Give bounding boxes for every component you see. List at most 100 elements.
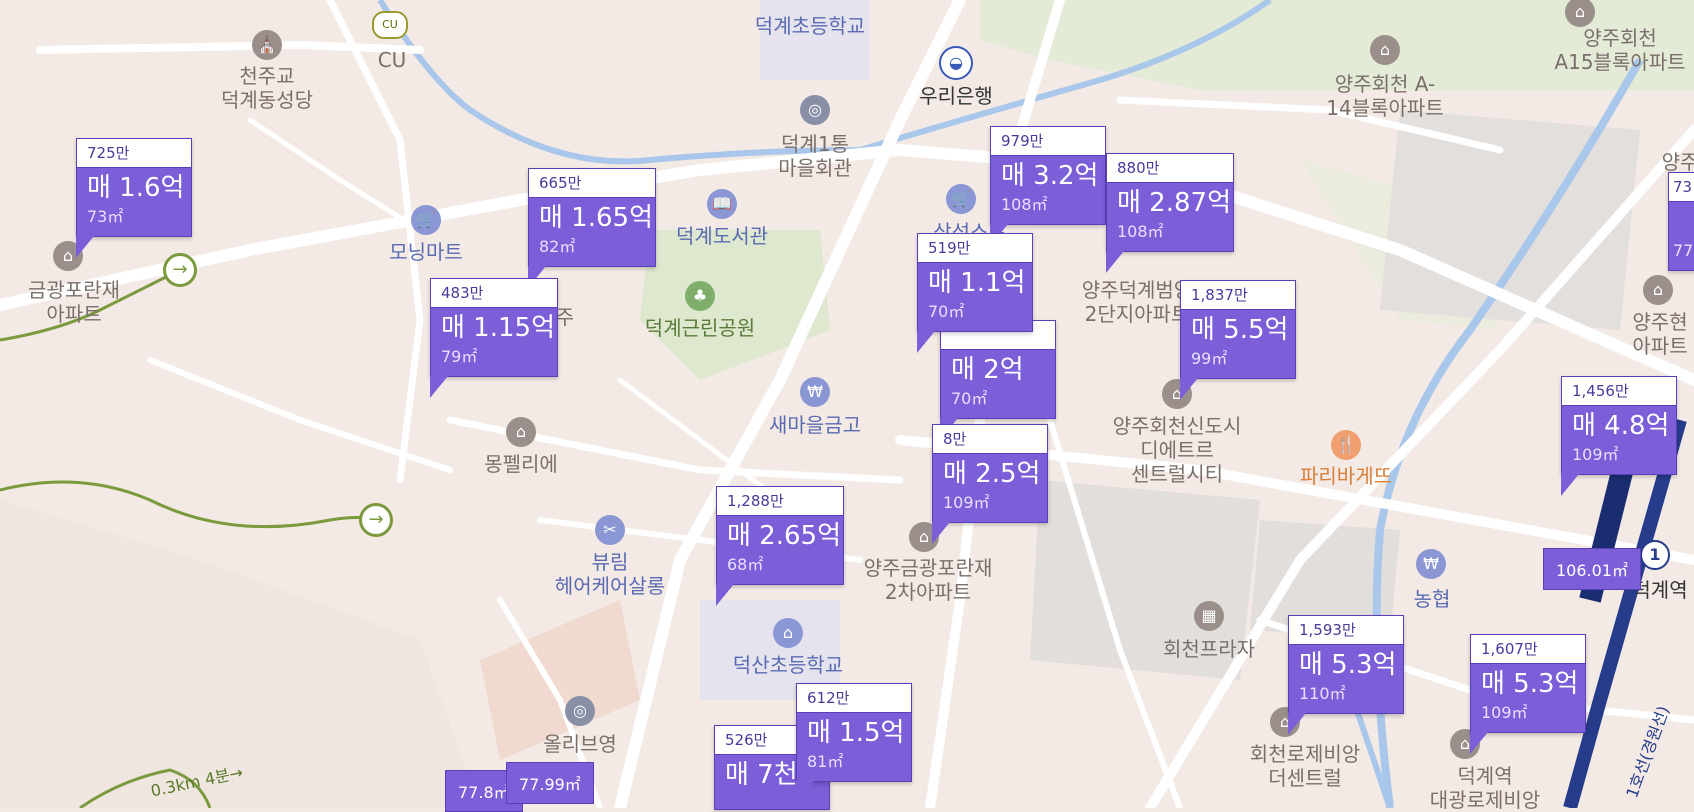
listing-price-per-area: 1,593만: [1289, 616, 1403, 645]
bank-icon[interactable]: ◒: [939, 46, 973, 80]
apartment-icon-a14[interactable]: ⌂: [1370, 35, 1400, 65]
listing-marker[interactable]: 979만 매 3.2억 108㎡: [990, 126, 1106, 246]
church-icon[interactable]: ⛪: [252, 30, 282, 60]
listing-price: [1669, 202, 1694, 238]
library-icon[interactable]: 📖: [707, 189, 737, 219]
listing-price-per-area: 8만: [933, 425, 1047, 454]
apt-hyeon-label[interactable]: 양주현 아파트: [1632, 310, 1687, 358]
deokgye-elementary-label[interactable]: 덕계초등학교: [755, 14, 865, 38]
nonghyup-label[interactable]: 농협: [1414, 587, 1451, 611]
olive-young-icon[interactable]: ◎: [565, 696, 595, 726]
building-icon[interactable]: ▦: [1194, 601, 1224, 631]
listing-marker[interactable]: 매 2억 70㎡: [940, 320, 1056, 440]
listing-area: 79㎡: [441, 347, 478, 366]
apt-deokgye-2-label[interactable]: 양주덕계범양 2단지아파트: [1082, 278, 1192, 326]
cu-label[interactable]: CU: [378, 48, 407, 72]
listing-area: 109㎡: [943, 493, 990, 512]
deoksan-elementary-label[interactable]: 덕산초등학교: [733, 653, 843, 677]
mongpelie-label[interactable]: 몽펠리에: [484, 452, 558, 476]
listing-area: 109㎡: [1481, 703, 1528, 722]
listing-area: 110㎡: [1299, 684, 1346, 703]
listing-area: 70㎡: [928, 302, 965, 321]
listing-price: 매 3.2억: [1001, 161, 1099, 191]
mini-listing-marker[interactable]: 106.01㎡: [1543, 548, 1641, 590]
trail-arrow-icon-1[interactable]: →: [163, 253, 197, 287]
listing-area: 108㎡: [1001, 195, 1048, 214]
listing-area: 108㎡: [1117, 222, 1164, 241]
saemaeul-bank-icon[interactable]: ₩: [800, 377, 830, 407]
burim-salon-label[interactable]: 뷰림 헤어케어살롱: [555, 550, 665, 598]
church-label[interactable]: 천주교 덕계동성당: [221, 64, 313, 112]
mart-icon[interactable]: 🛒: [411, 205, 441, 235]
line1-station-badge[interactable]: 1: [1640, 540, 1670, 570]
listing-price-per-area: 1,837만: [1181, 281, 1295, 310]
mini-listing-marker[interactable]: 77.99㎡: [506, 762, 594, 804]
apt-central-label[interactable]: 양주회천신도시 디에트르 센트럴시티: [1113, 414, 1242, 486]
listing-price: 매 1.65억: [539, 203, 653, 233]
listing-price: 매 2.5억: [943, 459, 1041, 489]
olive-young-label[interactable]: 올리브영: [543, 732, 617, 756]
saemaeul-label[interactable]: 새마을금고: [769, 413, 861, 437]
apt-a15-label[interactable]: 양주회천 A15블록아파트: [1554, 26, 1685, 74]
listing-price: 매 1.15억: [441, 313, 555, 343]
library-label[interactable]: 덕계도서관: [676, 224, 768, 248]
bakery-icon[interactable]: 🍴: [1331, 430, 1361, 460]
apt-rosebiang-label[interactable]: 회천로제비앙 더센트럴: [1250, 742, 1360, 790]
listing-area: 82㎡: [539, 237, 576, 256]
listing-marker[interactable]: 1,607만 매 5.3억 109㎡: [1470, 634, 1586, 754]
apt-geumgwang-2-label[interactable]: 양주금광포란재 2차아파트: [864, 556, 993, 604]
community-center-icon[interactable]: ◎: [800, 95, 830, 125]
listing-price-per-area: 1,288만: [717, 487, 843, 516]
apt-top-right-label[interactable]: 양주: [1662, 150, 1694, 174]
listing-price: 매 2.65억: [727, 521, 841, 551]
listing-price-per-area: 519만: [918, 234, 1032, 263]
listing-marker[interactable]: 612만 매 1.5억 81㎡: [796, 683, 912, 803]
paris-baguette-label[interactable]: 파리바게뜨: [1300, 464, 1392, 488]
school-icon[interactable]: ⌂: [773, 618, 803, 648]
listing-price: 매 1.6억: [87, 173, 185, 203]
hair-salon-icon[interactable]: ✂: [595, 515, 625, 545]
listing-marker[interactable]: 483만 매 1.15억 79㎡: [430, 278, 558, 398]
cu-store-icon[interactable]: CU: [372, 11, 408, 39]
listing-marker[interactable]: 725만 매 1.6억 73㎡: [76, 138, 192, 258]
listing-price: 매 4.8억: [1572, 411, 1670, 441]
nonghyup-bank-icon[interactable]: ₩: [1416, 549, 1446, 579]
listing-price-per-area: 880만: [1107, 154, 1233, 183]
apt-deokgye-station-label[interactable]: 덕계역 대광로제비앙: [1430, 764, 1540, 812]
woori-bank-label[interactable]: 우리은행: [919, 84, 993, 108]
listing-price: 매 1.5억: [807, 718, 905, 748]
listing-price: 매 5.5억: [1191, 315, 1289, 345]
listing-price: 매 2억: [951, 355, 1024, 385]
listing-price-per-area: 612만: [797, 684, 911, 713]
apt-a14-label[interactable]: 양주회천 A- 14블록아파트: [1326, 72, 1443, 120]
listing-price-per-area: 725만: [77, 139, 191, 168]
listing-marker[interactable]: 1,456만 매 4.8억 109㎡: [1561, 376, 1677, 496]
listing-area: 81㎡: [807, 752, 844, 771]
listing-price-per-area: 979만: [991, 127, 1105, 156]
listing-marker[interactable]: 880만 매 2.87억 108㎡: [1106, 153, 1234, 273]
apartment-icon-hyeon[interactable]: ⌂: [1643, 275, 1673, 305]
listing-price: 매 2.87억: [1117, 188, 1231, 218]
listing-marker[interactable]: 8만 매 2.5억 109㎡: [932, 424, 1048, 544]
shopping-icon[interactable]: 🛒: [946, 184, 976, 214]
listing-marker[interactable]: 1,593만 매 5.3억 110㎡: [1288, 615, 1404, 735]
listing-marker[interactable]: 1,288만 매 2.65억 68㎡: [716, 486, 844, 606]
community-center-label[interactable]: 덕계1통 마을회관: [778, 132, 852, 180]
listing-price: 매 5.3억: [1299, 650, 1397, 680]
trail-arrow-icon-2[interactable]: →: [359, 503, 393, 537]
mart-label[interactable]: 모닝마트: [389, 240, 463, 264]
listing-marker-partial[interactable]: 73 77: [1668, 172, 1694, 271]
hoecheon-plaza-label[interactable]: 회천프라자: [1163, 637, 1255, 661]
listing-marker[interactable]: 1,837만 매 5.5억 99㎡: [1180, 280, 1296, 400]
listing-marker[interactable]: 519만 매 1.1억 70㎡: [917, 233, 1033, 353]
apt-geumgwang-label[interactable]: 금광포란재 아파트: [28, 278, 120, 326]
listing-area: 77: [1673, 241, 1694, 260]
listing-area: 70㎡: [951, 389, 988, 408]
apartment-icon-mongpelie[interactable]: ⌂: [506, 417, 536, 447]
listing-price-per-area: 1,456만: [1562, 377, 1676, 406]
park-label[interactable]: 덕계근린공원: [645, 316, 755, 340]
listing-marker[interactable]: 665만 매 1.65억 82㎡: [528, 168, 656, 288]
listing-price-per-area: 665만: [529, 169, 655, 198]
park-icon[interactable]: ♣: [685, 281, 715, 311]
listing-price: 매 5.3억: [1481, 669, 1579, 699]
